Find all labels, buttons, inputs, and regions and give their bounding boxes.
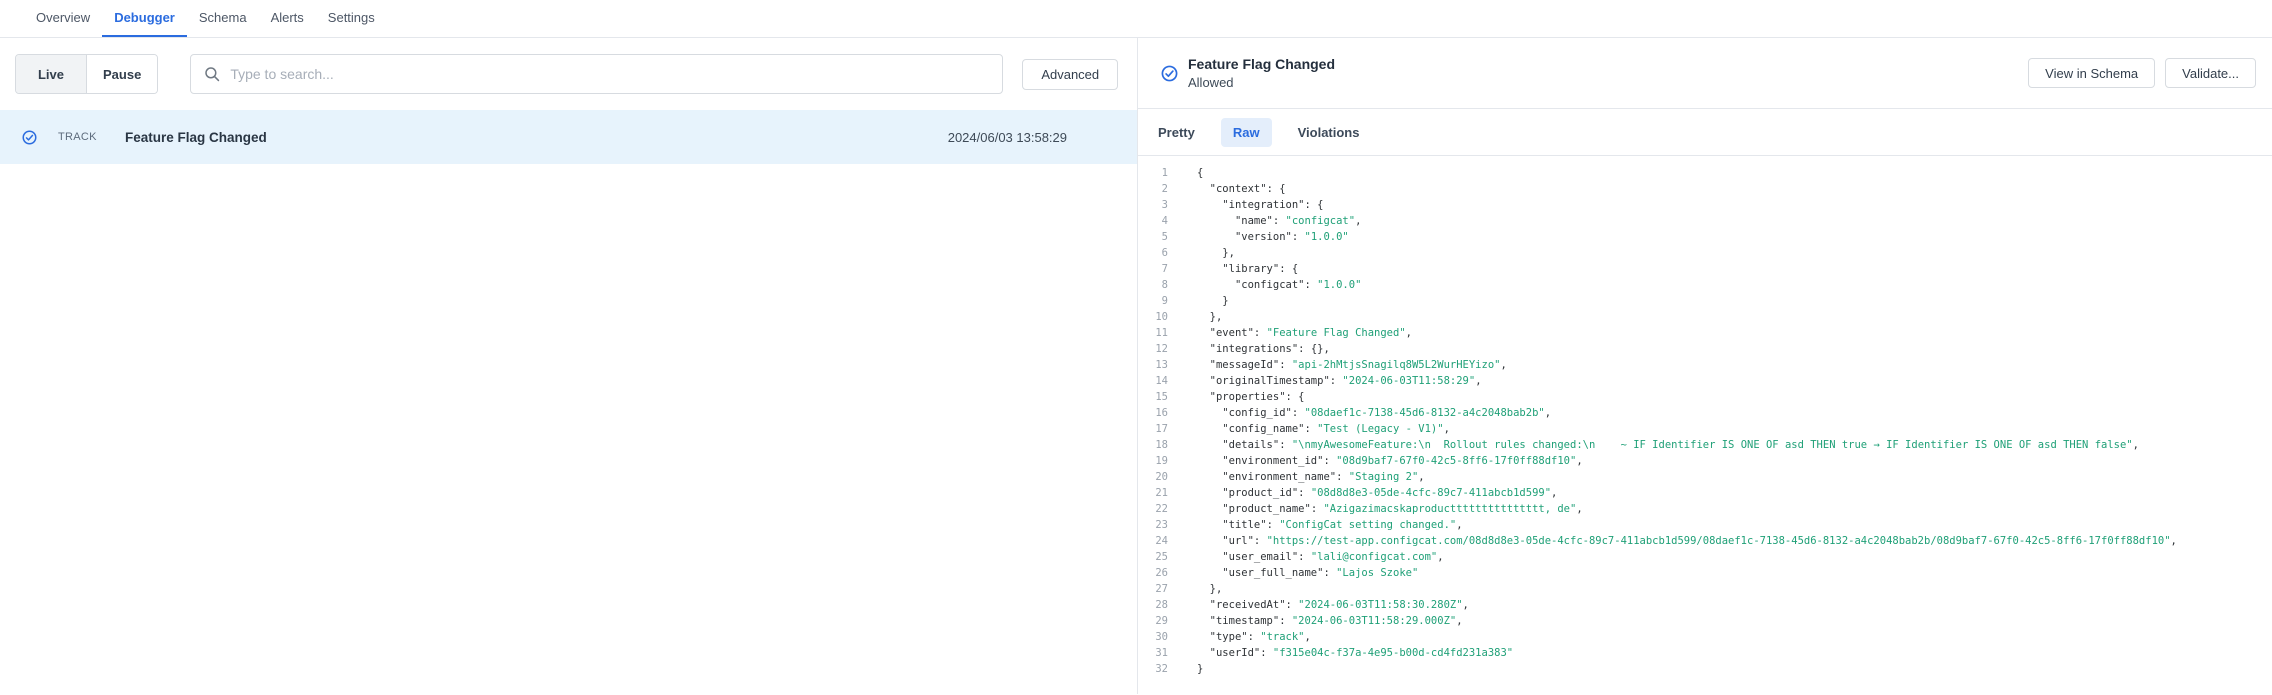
view-in-schema-button[interactable]: View in Schema xyxy=(2028,58,2156,88)
search-input[interactable] xyxy=(230,66,991,82)
tab-schema[interactable]: Schema xyxy=(187,0,259,37)
tab-raw[interactable]: Raw xyxy=(1220,117,1272,147)
line-number: 20 xyxy=(1155,471,1168,483)
line-number: 29 xyxy=(1155,615,1168,627)
code-line: 21 "product_id": "08d8d8e3-05de-4cfc-89c… xyxy=(1138,485,2272,501)
code-line: 13 "messageId": "api-2hMtjsSnagilq8W5L2W… xyxy=(1138,357,2272,373)
line-number: 3 xyxy=(1161,199,1168,211)
line-number: 28 xyxy=(1155,599,1168,611)
line-number: 27 xyxy=(1155,583,1168,595)
line-number: 26 xyxy=(1155,567,1168,579)
search-icon xyxy=(203,65,221,83)
code-line: 7 "library": { xyxy=(1138,261,2272,277)
top-nav: Overview Debugger Schema Alerts Settings xyxy=(0,0,2272,38)
code-line: 25 "user_email": "lali@configcat.com", xyxy=(1138,549,2272,565)
detail-header: Feature Flag Changed Allowed View in Sch… xyxy=(1138,38,2272,108)
line-number: 22 xyxy=(1155,503,1168,515)
line-number: 1 xyxy=(1161,167,1168,179)
line-number: 23 xyxy=(1155,519,1168,531)
live-button[interactable]: Live xyxy=(16,55,86,93)
line-number: 7 xyxy=(1161,263,1168,275)
line-number: 8 xyxy=(1161,279,1168,291)
main-split: Live Pause Advanced TRACK Feature Flag C… xyxy=(0,38,2272,694)
line-number: 24 xyxy=(1155,535,1168,547)
code-line: 24 "url": "https://test-app.configcat.co… xyxy=(1138,533,2272,549)
line-number: 32 xyxy=(1155,663,1168,675)
event-name: Feature Flag Changed xyxy=(125,129,267,145)
pause-button[interactable]: Pause xyxy=(86,55,158,93)
tab-pretty[interactable]: Pretty xyxy=(1158,118,1195,147)
check-circle-icon xyxy=(22,130,37,145)
line-number: 31 xyxy=(1155,647,1168,659)
line-number: 10 xyxy=(1155,311,1168,323)
line-number: 13 xyxy=(1155,359,1168,371)
tab-overview[interactable]: Overview xyxy=(24,0,102,37)
line-number: 16 xyxy=(1155,407,1168,419)
code-line: 27 }, xyxy=(1138,581,2272,597)
code-line: 19 "environment_id": "08d9baf7-67f0-42c5… xyxy=(1138,453,2272,469)
debugger-toolbar: Live Pause Advanced xyxy=(0,38,1137,110)
code-line: 1{ xyxy=(1138,165,2272,181)
code-line: 6 }, xyxy=(1138,245,2272,261)
tab-debugger[interactable]: Debugger xyxy=(102,0,187,37)
event-detail-panel: Feature Flag Changed Allowed View in Sch… xyxy=(1137,38,2272,694)
line-number: 30 xyxy=(1155,631,1168,643)
detail-titles: Feature Flag Changed Allowed xyxy=(1188,56,1335,90)
code-line: 16 "config_id": "08daef1c-7138-45d6-8132… xyxy=(1138,405,2272,421)
code-line: 4 "name": "configcat", xyxy=(1138,213,2272,229)
code-line: 18 "details": "\nmyAwesomeFeature:\n Rol… xyxy=(1138,437,2272,453)
line-number: 9 xyxy=(1161,295,1168,307)
code-line: 28 "receivedAt": "2024-06-03T11:58:30.28… xyxy=(1138,597,2272,613)
code-line: 30 "type": "track", xyxy=(1138,629,2272,645)
code-line: 14 "originalTimestamp": "2024-06-03T11:5… xyxy=(1138,373,2272,389)
line-number: 2 xyxy=(1161,183,1168,195)
line-number: 11 xyxy=(1155,327,1168,339)
code-line: 15 "properties": { xyxy=(1138,389,2272,405)
code-line: 11 "event": "Feature Flag Changed", xyxy=(1138,325,2272,341)
code-line: 9 } xyxy=(1138,293,2272,309)
line-number: 15 xyxy=(1155,391,1168,403)
status-badge: Allowed xyxy=(1188,75,1234,90)
detail-tabs: Pretty Raw Violations xyxy=(1138,108,2272,156)
line-number: 4 xyxy=(1161,215,1168,227)
json-code: 1{2 "context": {3 "integration": {4 "nam… xyxy=(1138,156,2272,694)
line-number: 25 xyxy=(1155,551,1168,563)
line-number: 12 xyxy=(1155,343,1168,355)
code-line: 3 "integration": { xyxy=(1138,197,2272,213)
code-line: 17 "config_name": "Test (Legacy - V1)", xyxy=(1138,421,2272,437)
code-line: 32} xyxy=(1138,661,2272,677)
code-line: 10 }, xyxy=(1138,309,2272,325)
code-line: 8 "configcat": "1.0.0" xyxy=(1138,277,2272,293)
header-buttons: View in Schema Validate... xyxy=(2028,58,2256,88)
check-circle-icon xyxy=(1161,65,1178,82)
code-line: 5 "version": "1.0.0" xyxy=(1138,229,2272,245)
line-number: 19 xyxy=(1155,455,1168,467)
event-timestamp: 2024/06/03 13:58:29 xyxy=(947,129,1067,145)
live-pause-toggle: Live Pause xyxy=(15,54,159,94)
detail-title: Feature Flag Changed xyxy=(1188,56,1336,72)
line-number: 5 xyxy=(1161,231,1168,243)
code-line: 26 "user_full_name": "Lajos Szoke" xyxy=(1138,565,2272,581)
line-number: 21 xyxy=(1155,487,1168,499)
code-line: 12 "integrations": {}, xyxy=(1138,341,2272,357)
line-number: 14 xyxy=(1155,375,1168,387)
event-list-panel: Live Pause Advanced TRACK Feature Flag C… xyxy=(0,38,1137,694)
advanced-button[interactable]: Advanced xyxy=(1022,58,1119,90)
event-row[interactable]: TRACK Feature Flag Changed 2024/06/03 13… xyxy=(0,110,1137,164)
code-line: 31 "userId": "f315e04c-f37a-4e95-b00d-cd… xyxy=(1138,645,2272,661)
code-line: 2 "context": { xyxy=(1138,181,2272,197)
search-box xyxy=(190,54,1004,94)
line-number: 17 xyxy=(1155,423,1168,435)
event-type-label: TRACK xyxy=(58,131,97,143)
line-number: 6 xyxy=(1161,247,1168,259)
tab-settings[interactable]: Settings xyxy=(316,0,387,37)
tab-violations[interactable]: Violations xyxy=(1298,118,1360,147)
code-line: 20 "environment_name": "Staging 2", xyxy=(1138,469,2272,485)
line-number: 18 xyxy=(1155,439,1168,451)
code-line: 23 "title": "ConfigCat setting changed."… xyxy=(1138,517,2272,533)
code-line: 29 "timestamp": "2024-06-03T11:58:29.000… xyxy=(1138,613,2272,629)
code-line: 22 "product_name": "Azigazimacskaproduct… xyxy=(1138,501,2272,517)
validate-button[interactable]: Validate... xyxy=(2165,58,2256,88)
tab-alerts[interactable]: Alerts xyxy=(259,0,316,37)
